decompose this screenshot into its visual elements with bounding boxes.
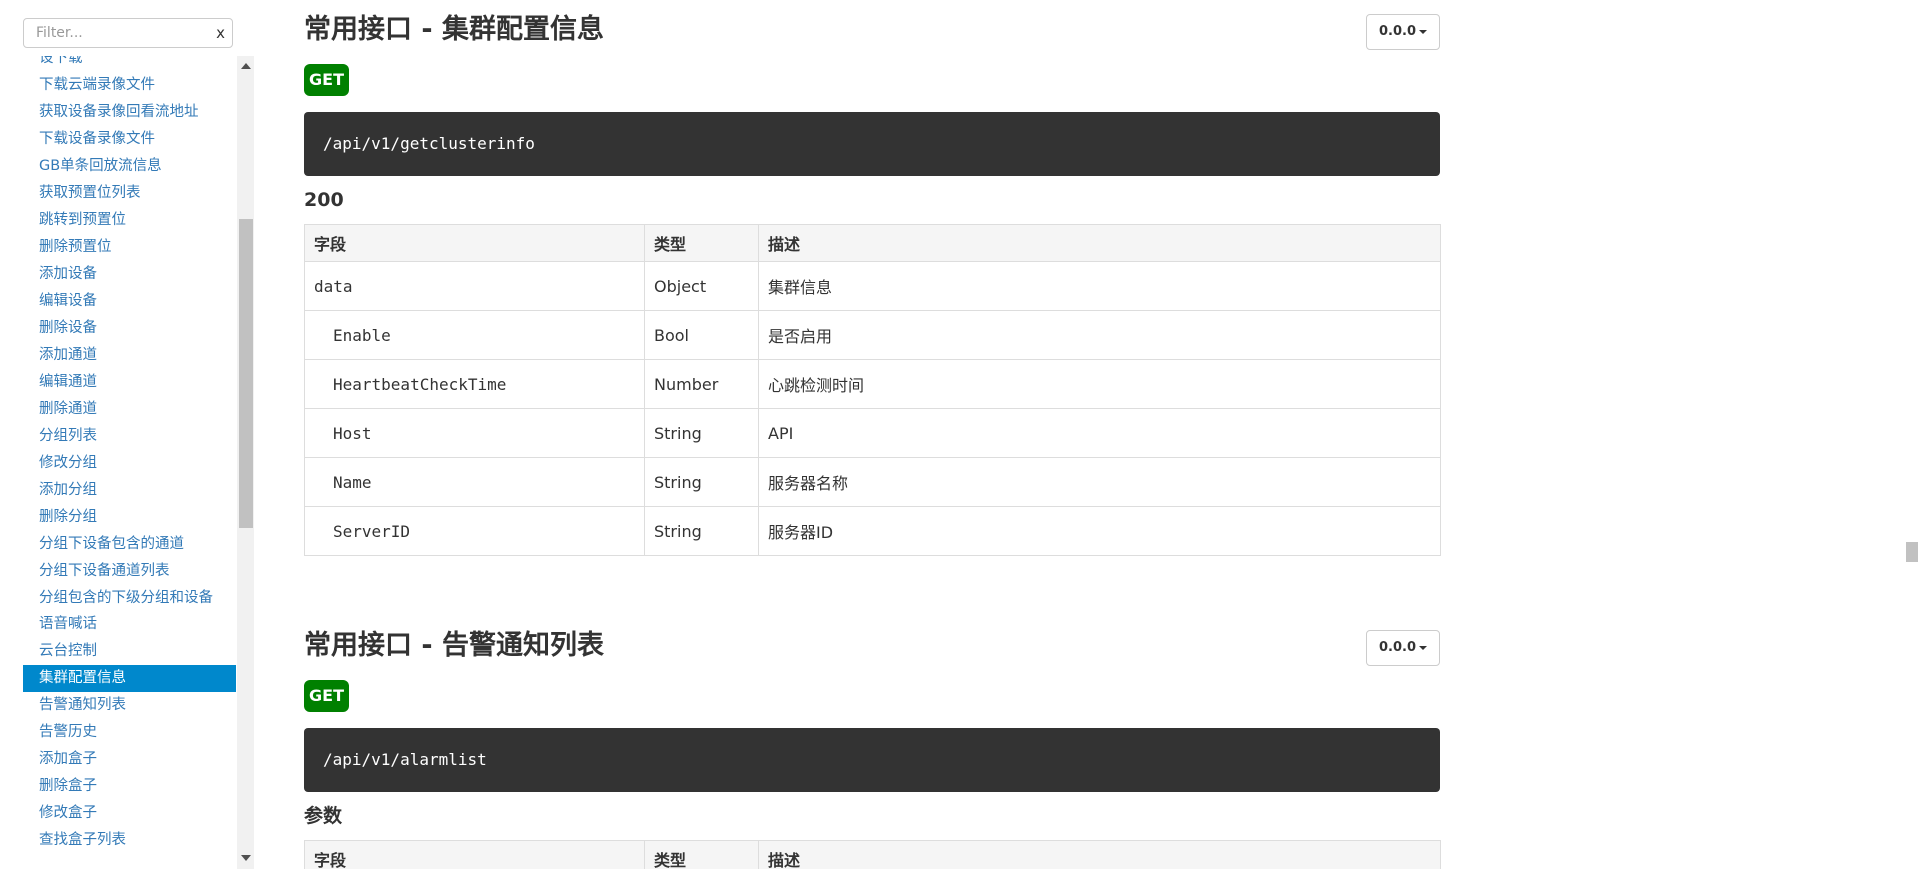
sidebar-item[interactable]: GB单条回放流信息 [23, 153, 236, 180]
sidebar-item[interactable]: 编辑通道 [23, 369, 236, 396]
sidebar-item[interactable]: 查找盒子列表 [23, 827, 236, 854]
field-name-cell: ServerID [304, 506, 645, 556]
column-header-desc: 描述 [758, 840, 1441, 869]
sidebar-item[interactable]: 添加通道 [23, 342, 236, 369]
sidebar-item[interactable]: 添加盒子 [23, 746, 236, 773]
field-name-cell: Name [304, 457, 645, 507]
field-type-cell: String [644, 457, 759, 507]
sidebar-item[interactable]: 分组下设备通道列表 [23, 558, 236, 585]
field-type-cell: String [644, 408, 759, 458]
params-table: 字段 类型 描述 [304, 840, 1441, 869]
table-row: ServerID String 服务器ID [304, 506, 1441, 556]
close-icon[interactable]: x [216, 23, 225, 43]
sidebar-item[interactable]: 分组下设备包含的通道 [23, 531, 236, 558]
column-header-type: 类型 [644, 840, 759, 869]
version-label: 0.0.0 [1378, 24, 1416, 39]
sidebar-item[interactable]: 删除预置位 [23, 234, 236, 261]
api-section-alarm-list: 常用接口 - 告警通知列表 0.0.0 GET /api/v1/alarmlis… [304, 628, 1441, 869]
field-desc-cell: 是否启用 [758, 310, 1441, 360]
table-row: Enable Bool 是否启用 [304, 310, 1441, 360]
field-desc-cell: 心跳检测时间 [758, 359, 1441, 409]
sidebar-item[interactable]: 获取设备录像回看流地址 [23, 99, 236, 126]
sidebar-item[interactable]: 删除分组 [23, 504, 236, 531]
table-row: data Object 集群信息 [304, 261, 1441, 311]
filter-box: x [23, 18, 233, 48]
table-row: Name String 服务器名称 [304, 457, 1441, 507]
field-desc-cell: 集群信息 [758, 261, 1441, 311]
scroll-up-icon[interactable] [241, 63, 251, 69]
sidebar-item[interactable]: 删除盒子 [23, 773, 236, 800]
field-name-cell: Enable [304, 310, 645, 360]
field-type-cell: Object [644, 261, 759, 311]
sidebar-item[interactable]: 分组列表 [23, 423, 236, 450]
response-code-heading: 200 [304, 189, 344, 211]
method-badge: GET [304, 64, 349, 96]
field-desc-cell: 服务器ID [758, 506, 1441, 556]
field-type-cell: String [644, 506, 759, 556]
sidebar-item[interactable]: 编辑设备 [23, 288, 236, 315]
main-content: 常用接口 - 集群配置信息 0.0.0 GET /api/v1/getclust… [304, 0, 1441, 869]
sidebar-item[interactable]: 下载云端录像文件 [23, 72, 236, 99]
sidebar-item[interactable]: 云台控制 [23, 638, 236, 665]
api-section-cluster-info: 常用接口 - 集群配置信息 0.0.0 GET /api/v1/getclust… [304, 12, 1441, 572]
sidebar-item[interactable]: 修改分组 [23, 450, 236, 477]
field-type-cell: Number [644, 359, 759, 409]
table-header-row: 字段 类型 描述 [304, 840, 1441, 869]
filter-input[interactable] [23, 18, 233, 48]
sidebar-item[interactable]: 告警通知列表 [23, 692, 236, 719]
page-scrollbar[interactable] [1903, 0, 1920, 869]
sidebar-item[interactable]: 添加分组 [23, 477, 236, 504]
field-desc-cell: API [758, 408, 1441, 458]
column-header-type: 类型 [644, 224, 759, 262]
sidebar-item[interactable]: 跳转到预置位 [23, 207, 236, 234]
sidebar-item[interactable]: 修改盒子 [23, 800, 236, 827]
scroll-down-icon[interactable] [241, 855, 251, 861]
sidebar-item[interactable]: 语音喊话 [23, 611, 236, 638]
sidebar-item[interactable]: 集群配置信息 [23, 665, 236, 692]
caret-down-icon [1419, 29, 1427, 34]
page-scrollbar-thumb[interactable] [1906, 542, 1918, 562]
sidebar: x 设下载下载云端录像文件获取设备录像回看流地址下载设备录像文件GB单条回放流信… [0, 0, 257, 869]
endpoint-path: /api/v1/alarmlist [304, 728, 1440, 792]
sidebar-item[interactable]: 分组包含的下级分组和设备 [23, 585, 236, 611]
column-header-field: 字段 [304, 224, 645, 262]
field-name-cell: Host [304, 408, 645, 458]
params-heading: 参数 [304, 805, 343, 827]
sidebar-item[interactable]: 删除通道 [23, 396, 236, 423]
fields-table-body: data Object 集群信息 Enable Bool 是否启用 HeartbeatChe… [304, 261, 1441, 556]
sidebar-item[interactable]: 添加设备 [23, 261, 236, 288]
version-dropdown-button[interactable]: 0.0.0 [1365, 14, 1440, 50]
field-name-cell: data [304, 261, 645, 311]
sidebar-scrollbar-thumb[interactable] [239, 219, 253, 528]
sidebar-item[interactable]: 下载设备录像文件 [23, 126, 236, 153]
method-badge: GET [304, 680, 349, 712]
sidebar-item[interactable]: 告警历史 [23, 719, 236, 746]
sidebar-nav: 设下载 下载云端录像文件 获取设备录像回看流地址 下载设备录像文件 GB单条回放流信息获… [23, 56, 236, 869]
table-row: HeartbeatCheckTime Number 心跳检测时间 [304, 359, 1441, 409]
field-type-cell: Bool [644, 310, 759, 360]
sidebar-nav-list: 设下载 下载云端录像文件 获取设备录像回看流地址 下载设备录像文件 GB单条回放流信息获… [23, 56, 236, 854]
table-header-row: 字段 类型 描述 [304, 224, 1441, 262]
version-dropdown-button[interactable]: 0.0.0 [1365, 630, 1440, 666]
sidebar-item[interactable]: 设下载 [23, 56, 236, 72]
section-title: 常用接口 - 告警通知列表 [304, 630, 605, 661]
version-label: 0.0.0 [1378, 640, 1416, 655]
sidebar-item[interactable]: 获取预置位列表 [23, 180, 236, 207]
field-desc-cell: 服务器名称 [758, 457, 1441, 507]
caret-down-icon [1419, 645, 1427, 650]
column-header-field: 字段 [304, 840, 645, 869]
api-doc-page: x 设下载下载云端录像文件获取设备录像回看流地址下载设备录像文件GB单条回放流信… [0, 0, 1920, 869]
field-name-cell: HeartbeatCheckTime [304, 359, 645, 409]
section-title: 常用接口 - 集群配置信息 [304, 14, 605, 45]
column-header-desc: 描述 [758, 224, 1441, 262]
table-row: Host String API [304, 408, 1441, 458]
fields-table: 字段 类型 描述 data Object 集群信息 Enable Bool 是否启用 Hea… [304, 224, 1441, 556]
sidebar-item[interactable]: 删除设备 [23, 315, 236, 342]
endpoint-path: /api/v1/getclusterinfo [304, 112, 1440, 176]
